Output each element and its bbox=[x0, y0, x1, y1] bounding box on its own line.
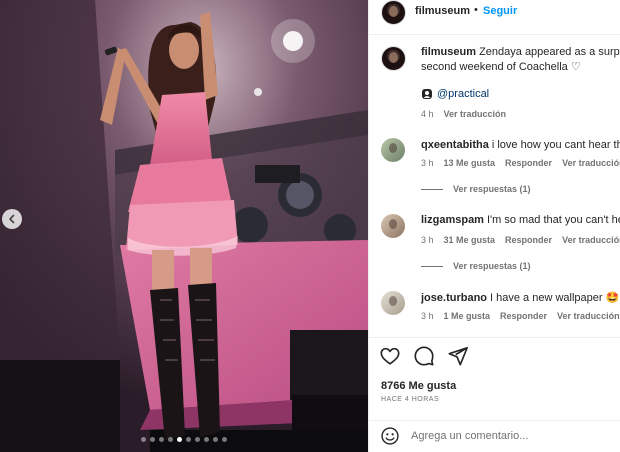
header-separator: • bbox=[474, 4, 478, 16]
caption-text: filmuseum Zendaya appeared as a surprise… bbox=[421, 45, 620, 75]
comment-time: 3 h bbox=[421, 311, 434, 321]
view-replies-label[interactable]: Ver respuestas (1) bbox=[453, 261, 531, 271]
comment-meta: 3 h 1 Me gusta Responder Ver traducción bbox=[421, 311, 620, 321]
comment-meta: 3 h 31 Me gusta Responder Ver traducción bbox=[421, 235, 620, 245]
post-time-ago[interactable]: HACE 4 HORAS bbox=[381, 396, 439, 403]
post-panel: filmuseum • Seguir filmuseum Zendaya app… bbox=[368, 0, 620, 452]
caption-meta: 4 h Ver traducción bbox=[421, 109, 506, 119]
post-photo[interactable] bbox=[0, 0, 368, 452]
comment-reply-link[interactable]: Responder bbox=[505, 235, 552, 245]
comment-body: i love how you cant hear the bbox=[491, 139, 620, 151]
comment-likes[interactable]: 1 Me gusta bbox=[444, 311, 491, 321]
comment-time: 3 h bbox=[421, 235, 434, 245]
caption-username[interactable]: filmuseum bbox=[421, 46, 476, 58]
comment-username[interactable]: lizgamspam bbox=[421, 214, 484, 226]
carousel-indicator bbox=[0, 437, 368, 442]
commenter-avatar[interactable] bbox=[381, 138, 405, 162]
caption-line-1: Zendaya appeared as a surprise bbox=[479, 46, 620, 58]
commenter-avatar[interactable] bbox=[381, 214, 405, 238]
heart-icon bbox=[380, 347, 400, 365]
comment-bubble-icon bbox=[414, 346, 434, 366]
replies-line bbox=[421, 265, 443, 267]
comment-translate-link[interactable]: Ver traducción bbox=[562, 235, 620, 245]
post-header: filmuseum • Seguir bbox=[369, 0, 620, 25]
caption-tag[interactable]: @practical bbox=[421, 88, 489, 100]
likes-count[interactable]: 8766 Me gusta bbox=[381, 380, 456, 392]
carousel-dot bbox=[177, 437, 182, 442]
carousel-dot bbox=[141, 437, 146, 442]
actions-divider bbox=[369, 337, 620, 338]
add-comment-bar bbox=[369, 421, 620, 452]
carousel-dot bbox=[222, 437, 227, 442]
account-avatar[interactable] bbox=[381, 0, 406, 25]
carousel-dot bbox=[204, 437, 209, 442]
concert-stage-image bbox=[0, 0, 368, 452]
caption-line-2: second weekend of Coachella ♡ bbox=[421, 61, 581, 73]
carousel-dot bbox=[186, 437, 191, 442]
account-username[interactable]: filmuseum bbox=[415, 5, 470, 17]
like-button[interactable] bbox=[379, 345, 401, 367]
carousel-dot bbox=[213, 437, 218, 442]
view-replies-link[interactable]: Ver respuestas (1) bbox=[421, 184, 531, 194]
comment-translate-link[interactable]: Ver traducción bbox=[557, 311, 620, 321]
emoji-button[interactable] bbox=[380, 426, 400, 446]
carousel-dot bbox=[195, 437, 200, 442]
view-replies-label[interactable]: Ver respuestas (1) bbox=[453, 184, 531, 194]
user-tag-icon bbox=[422, 89, 432, 99]
comment-body: I have a new wallpaper 🤩 bbox=[490, 292, 620, 304]
commenter-avatar[interactable] bbox=[381, 291, 405, 315]
carousel-prev-button[interactable] bbox=[2, 209, 22, 229]
caption-avatar[interactable] bbox=[381, 46, 406, 71]
replies-line bbox=[421, 188, 443, 190]
comment-reply-link[interactable]: Responder bbox=[505, 158, 552, 168]
view-replies-link[interactable]: Ver respuestas (1) bbox=[421, 261, 531, 271]
comment-text: qxeentabitha i love how you cant hear the bbox=[421, 139, 620, 151]
carousel-dot bbox=[168, 437, 173, 442]
caption-translate-link[interactable]: Ver traducción bbox=[444, 109, 507, 119]
comment-meta: 3 h 13 Me gusta Responder Ver traducción bbox=[421, 158, 620, 168]
comment-username[interactable]: jose.turbano bbox=[421, 292, 487, 304]
comment-time: 3 h bbox=[421, 158, 434, 168]
caption-time: 4 h bbox=[421, 109, 434, 119]
comment-body: I'm so mad that you can't hea bbox=[486, 214, 620, 226]
post-actions bbox=[379, 345, 469, 367]
comment-text: lizgamspam I'm so mad that you can't hea bbox=[421, 214, 620, 226]
smiley-icon bbox=[381, 427, 399, 445]
share-button[interactable] bbox=[447, 345, 469, 367]
carousel-dot bbox=[150, 437, 155, 442]
comment-input[interactable] bbox=[411, 428, 616, 444]
header-divider bbox=[369, 34, 620, 35]
comment-likes[interactable]: 13 Me gusta bbox=[444, 158, 496, 168]
comment-text: jose.turbano I have a new wallpaper 🤩 bbox=[421, 291, 620, 304]
chevron-left-icon bbox=[9, 214, 15, 224]
comment-translate-link[interactable]: Ver traducción bbox=[562, 158, 620, 168]
paper-plane-icon bbox=[448, 346, 468, 366]
comment-reply-link[interactable]: Responder bbox=[500, 311, 547, 321]
comment-likes[interactable]: 31 Me gusta bbox=[444, 235, 496, 245]
comment-button[interactable] bbox=[413, 345, 435, 367]
follow-button[interactable]: Seguir bbox=[483, 5, 517, 17]
caption-tag-label[interactable]: @practical bbox=[437, 88, 489, 100]
carousel-dot bbox=[159, 437, 164, 442]
comment-username[interactable]: qxeentabitha bbox=[421, 139, 489, 151]
